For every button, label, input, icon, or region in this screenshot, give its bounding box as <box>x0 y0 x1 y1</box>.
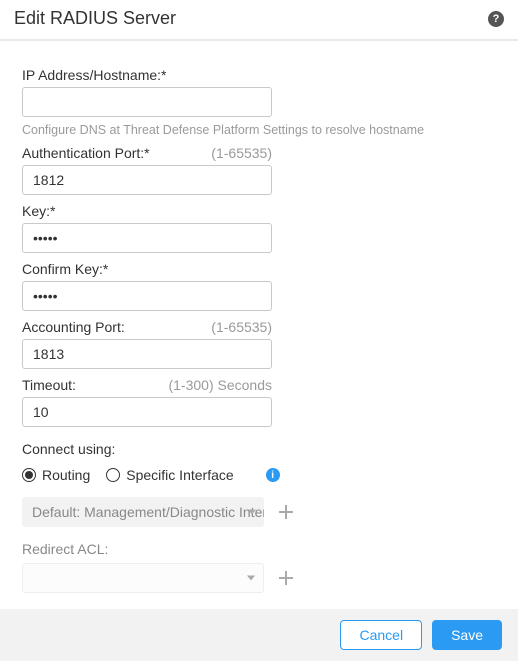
label-timeout: Timeout: <box>22 377 76 393</box>
label-ip-hostname: IP Address/Hostname:* <box>22 67 166 83</box>
input-timeout[interactable] <box>22 397 272 427</box>
radio-specific-label: Specific Interface <box>126 467 233 483</box>
interface-dropdown-value: Default: Management/Diagnostic Interface <box>32 504 264 520</box>
helper-ip-hostname: Configure DNS at Threat Defense Platform… <box>22 123 496 137</box>
dialog-header: Edit RADIUS Server ? <box>0 0 518 41</box>
hint-timeout: (1-300) Seconds <box>168 377 272 393</box>
radio-routing-circle <box>22 468 36 482</box>
help-icon[interactable]: ? <box>488 11 504 27</box>
radio-routing-label: Routing <box>42 467 90 483</box>
field-confirm-key: Confirm Key:* <box>22 261 496 311</box>
add-interface-button[interactable] <box>278 504 294 520</box>
cancel-button[interactable]: Cancel <box>340 620 422 650</box>
info-icon[interactable]: i <box>266 468 280 482</box>
input-key[interactable] <box>22 223 272 253</box>
save-button[interactable]: Save <box>432 620 502 650</box>
label-redirect-acl: Redirect ACL: <box>22 541 496 557</box>
form-area: IP Address/Hostname:* Configure DNS at T… <box>0 41 518 609</box>
label-connect-using: Connect using: <box>22 441 496 457</box>
chevron-down-icon <box>248 510 256 515</box>
interface-dropdown[interactable]: Default: Management/Diagnostic Interface <box>22 497 264 527</box>
radio-specific-circle <box>106 468 120 482</box>
input-confirm-key[interactable] <box>22 281 272 311</box>
field-auth-port: Authentication Port:* (1-65535) <box>22 145 496 195</box>
label-confirm-key: Confirm Key:* <box>22 261 108 277</box>
hint-acct-port: (1-65535) <box>211 319 272 335</box>
radio-specific-interface[interactable]: Specific Interface <box>106 467 233 483</box>
radio-routing[interactable]: Routing <box>22 467 90 483</box>
label-acct-port: Accounting Port: <box>22 319 125 335</box>
input-ip-hostname[interactable] <box>22 87 272 117</box>
field-key: Key:* <box>22 203 496 253</box>
input-acct-port[interactable] <box>22 339 272 369</box>
label-key: Key:* <box>22 203 55 219</box>
interface-dropdown-row: Default: Management/Diagnostic Interface <box>22 497 496 527</box>
field-acct-port: Accounting Port: (1-65535) <box>22 319 496 369</box>
field-timeout: Timeout: (1-300) Seconds <box>22 377 496 427</box>
input-auth-port[interactable] <box>22 165 272 195</box>
field-ip-hostname: IP Address/Hostname:* Configure DNS at T… <box>22 67 496 137</box>
redirect-dropdown-row <box>22 563 496 593</box>
hint-auth-port: (1-65535) <box>211 145 272 161</box>
dialog-footer: Cancel Save <box>0 609 518 661</box>
dialog-title: Edit RADIUS Server <box>14 8 176 29</box>
label-auth-port: Authentication Port:* <box>22 145 150 161</box>
chevron-down-icon <box>247 576 255 581</box>
connect-radio-group: Routing Specific Interface i <box>22 467 496 483</box>
redirect-acl-dropdown[interactable] <box>22 563 264 593</box>
add-redirect-acl-button[interactable] <box>278 570 294 586</box>
